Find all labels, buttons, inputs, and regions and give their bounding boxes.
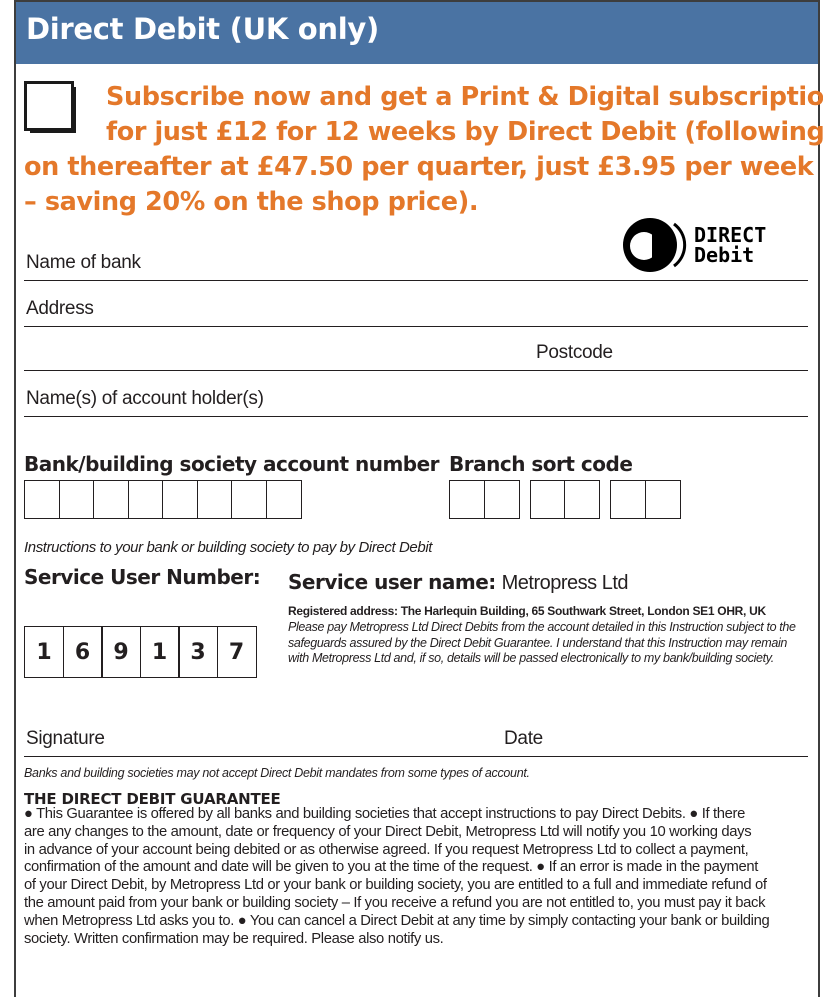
sort-digit-box[interactable] xyxy=(644,480,681,519)
sort-digit-box[interactable] xyxy=(529,480,566,519)
offer-line: – saving 20% on the shop price). xyxy=(24,187,479,217)
account-holder-field[interactable]: Name(s) of account holder(s) xyxy=(24,372,808,417)
offer-line: on thereafter at £47.50 per quarter, jus… xyxy=(24,152,814,182)
sort-digit-box[interactable] xyxy=(610,480,646,519)
service-number-digit: 9 xyxy=(101,626,141,678)
instruction-line: with Metropress Ltd and, if so, details … xyxy=(288,651,774,665)
service-user-name-value: Metropress Ltd xyxy=(501,572,629,594)
account-digit-box[interactable] xyxy=(24,480,60,519)
instructions-note: Instructions to your bank or building so… xyxy=(24,539,433,556)
sort-digit-box[interactable] xyxy=(564,480,600,519)
postcode-label: Postcode xyxy=(536,342,613,363)
registered-address: Registered address: The Harlequin Buildi… xyxy=(288,604,766,618)
guarantee-line: are any changes to the amount, date or f… xyxy=(24,823,752,840)
form-title: Direct Debit (UK only) xyxy=(26,12,379,46)
subscribe-checkbox[interactable] xyxy=(24,81,78,135)
service-number-digit: 6 xyxy=(62,626,103,678)
service-user-number-heading: Service User Number: xyxy=(24,565,261,589)
debit-instruction-text: Please pay Metropress Ltd Direct Debits … xyxy=(288,620,804,667)
sort-digit-box[interactable] xyxy=(483,480,520,519)
form-header: Direct Debit (UK only) xyxy=(16,2,818,64)
guarantee-line: confirmation of the amount and date will… xyxy=(24,859,758,876)
sort-digit-box[interactable] xyxy=(449,480,485,519)
instruction-line: Please pay Metropress Ltd Direct Debits … xyxy=(288,620,796,634)
guarantee-line: of your Direct Debit, by Metropress Ltd … xyxy=(24,877,767,894)
service-number-digit: 7 xyxy=(216,626,257,678)
service-number-digit: 1 xyxy=(139,626,180,678)
service-number-digit: 3 xyxy=(178,626,218,678)
account-number-heading: Bank/building society account number xyxy=(24,452,440,476)
guarantee-line: society. Written confirmation may be req… xyxy=(24,930,444,947)
account-digit-box[interactable] xyxy=(196,480,233,519)
service-user-name: Service user name: Metropress Ltd xyxy=(288,570,629,595)
address-label: Address xyxy=(26,298,94,319)
instruction-line: safeguards assured by the Direct Debit G… xyxy=(288,635,787,650)
account-digit-box[interactable] xyxy=(127,480,164,519)
bank-name-label: Name of bank xyxy=(26,252,141,273)
account-digit-box[interactable] xyxy=(265,480,302,519)
guarantee-line: ● This Guarantee is offered by all banks… xyxy=(24,806,745,822)
guarantee-line: in advance of your account being debited… xyxy=(24,841,749,858)
address-field[interactable]: Address xyxy=(24,282,808,327)
service-user-name-label: Service user name: xyxy=(288,570,496,594)
sort-code-heading: Branch sort code xyxy=(449,452,633,476)
guarantee-text: ● This Guarantee is offered by all banks… xyxy=(24,806,814,948)
service-user-number-boxes: 1 6 9 1 3 7 xyxy=(24,626,257,678)
account-holder-label: Name(s) of account holder(s) xyxy=(26,388,264,409)
account-digit-box[interactable] xyxy=(93,480,129,519)
bank-name-field[interactable]: Name of bank xyxy=(24,240,808,281)
address-line-2-field[interactable]: Postcode xyxy=(24,328,808,371)
account-digit-box[interactable] xyxy=(231,480,267,519)
left-border xyxy=(14,0,16,997)
guarantee-line: the amount paid from your bank or buildi… xyxy=(24,894,766,911)
account-digit-box[interactable] xyxy=(58,480,95,519)
offer-line: Subscribe now and get a Print & Digital … xyxy=(106,82,823,112)
date-label: Date xyxy=(504,728,543,749)
signature-field[interactable]: Signature Date xyxy=(24,726,808,757)
signature-label: Signature xyxy=(26,728,105,749)
account-number-input xyxy=(24,480,302,519)
offer-line: for just £12 for 12 weeks by Direct Debi… xyxy=(106,117,823,147)
banks-note: Banks and building societies may not acc… xyxy=(24,766,530,780)
service-number-digit: 1 xyxy=(24,626,64,678)
sort-code-input xyxy=(449,480,681,519)
account-digit-box[interactable] xyxy=(162,480,198,519)
guarantee-line: when Metropress Ltd asks you to. ● You c… xyxy=(24,912,770,929)
